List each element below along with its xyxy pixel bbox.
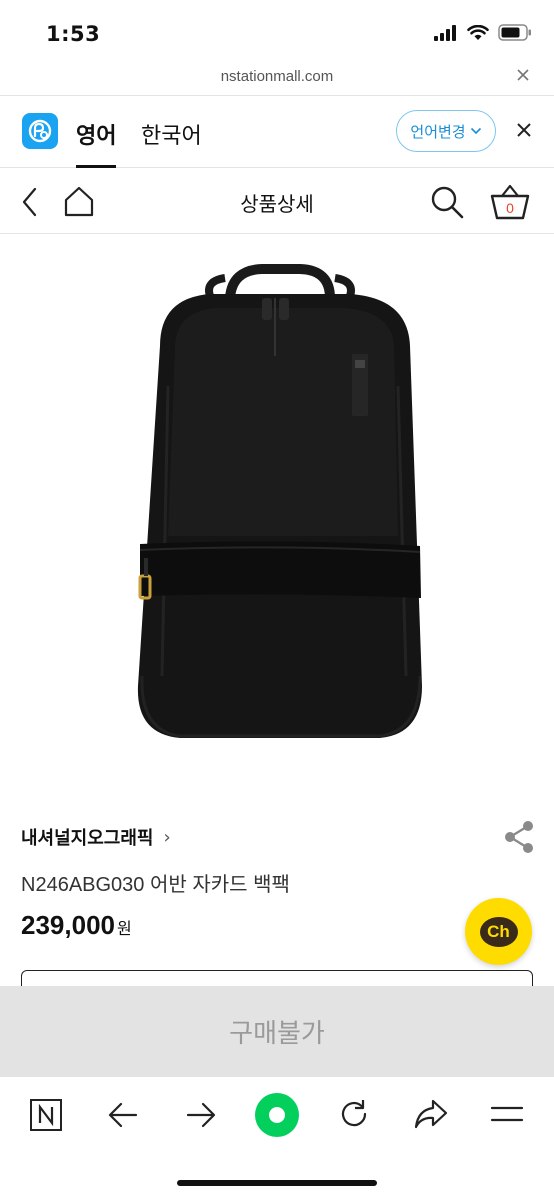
back-arrow-icon[interactable] <box>106 1099 140 1135</box>
change-language-button[interactable]: 언어변경 <box>396 110 496 152</box>
share-arrow-icon[interactable] <box>413 1097 449 1135</box>
forward-arrow-icon[interactable] <box>184 1099 218 1135</box>
url-domain[interactable]: nstationmall.com <box>0 68 554 85</box>
tab-target-language[interactable]: 한국어 <box>141 118 202 150</box>
refresh-icon[interactable] <box>337 1097 371 1135</box>
share-icon[interactable] <box>503 820 535 858</box>
wifi-icon <box>467 24 489 40</box>
kakao-channel-label: Ch <box>479 916 518 947</box>
page-title: 상품상세 <box>240 192 314 216</box>
brand-name: 내셔널지오그래픽 <box>21 828 154 849</box>
search-icon[interactable] <box>428 182 466 226</box>
menu-icon[interactable] <box>490 1105 524 1129</box>
green-dot-icon[interactable] <box>254 1092 300 1142</box>
url-close-icon[interactable] <box>516 66 530 87</box>
cart-count: 0 <box>506 200 514 216</box>
brand-link[interactable]: 내셔널지오그래픽 › <box>21 824 171 850</box>
backpack-illustration <box>137 264 423 738</box>
close-icon[interactable] <box>516 116 532 144</box>
url-bar[interactable]: nstationmall.com <box>0 60 554 96</box>
page-header: 상품상세 0 <box>0 168 554 234</box>
price: 239,000 원 <box>21 910 132 941</box>
translate-bar: 영어 한국어 언어변경 <box>0 96 554 168</box>
product-image[interactable] <box>0 236 554 776</box>
papago-logo-icon[interactable] <box>22 113 58 149</box>
status-time: 1:53 <box>46 22 101 46</box>
kakao-channel-button[interactable]: Ch <box>465 898 532 965</box>
tab-source-language[interactable]: 영어 <box>76 118 117 168</box>
purchase-label: 구매불가 <box>229 1018 325 1049</box>
home-indicator <box>177 1180 377 1186</box>
chevron-down-icon <box>470 127 481 135</box>
status-bar: 1:53 <box>0 0 554 60</box>
purchase-button[interactable]: 구매불가 <box>0 986 554 1076</box>
basket-icon[interactable]: 0 <box>488 180 532 228</box>
naver-icon[interactable] <box>28 1097 64 1137</box>
battery-icon <box>498 24 531 41</box>
product-name: N246ABG030 어반 자카드 백팩 <box>21 874 290 896</box>
signal-icon <box>434 24 456 41</box>
chevron-right-icon: › <box>163 826 171 848</box>
price-value: 239,000 <box>21 910 115 940</box>
price-unit: 원 <box>116 919 132 938</box>
change-language-label: 언어변경 <box>410 122 466 141</box>
status-icons <box>434 24 532 41</box>
